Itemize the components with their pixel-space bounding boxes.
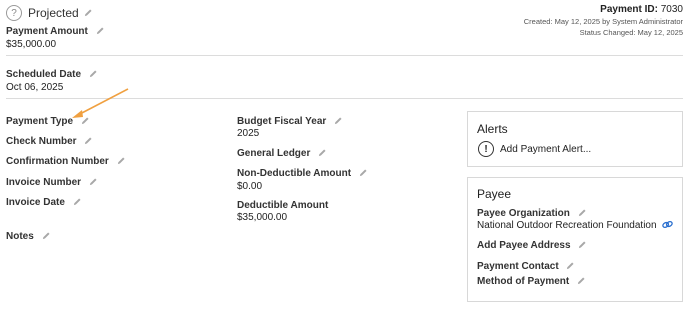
add-payment-alert-label: Add Payment Alert... [500, 143, 592, 155]
pencil-icon[interactable] [577, 276, 586, 285]
non-deductible-amount-value: $0.00 [237, 181, 263, 192]
created-info: Created: May 12, 2025 by System Administ… [523, 17, 683, 26]
payee-card: Payee Payee Organization National Outdoo… [467, 177, 683, 302]
add-payee-address-label[interactable]: Add Payee Address [477, 240, 571, 251]
payee-organization-value[interactable]: National Outdoor Recreation Foundation [477, 220, 657, 231]
check-number-label: Check Number [6, 136, 77, 147]
general-ledger-field: General Ledger [237, 148, 327, 159]
invoice-number-label: Invoice Number [6, 177, 82, 188]
link-icon[interactable] [662, 220, 674, 229]
alerts-title: Alerts [477, 122, 508, 136]
method-of-payment-label: Method of Payment [477, 276, 570, 287]
pencil-icon[interactable] [81, 116, 90, 125]
pencil-icon[interactable] [89, 177, 98, 186]
non-deductible-amount-field: Non-Deductible Amount [237, 168, 368, 179]
pencil-icon[interactable] [578, 240, 587, 249]
confirmation-number-field: Confirmation Number [6, 156, 126, 167]
pencil-icon[interactable] [359, 168, 368, 177]
scheduled-date-label: Scheduled Date [6, 69, 82, 80]
pencil-icon[interactable] [566, 261, 575, 270]
payment-amount-label: Payment Amount [6, 26, 88, 37]
payment-type-label: Payment Type [6, 116, 74, 127]
payment-amount-field: Payment Amount [6, 26, 105, 37]
pencil-icon[interactable] [578, 208, 587, 217]
pencil-icon[interactable] [89, 69, 98, 78]
payment-amount-value: $35,000.00 [6, 39, 57, 50]
confirmation-number-label: Confirmation Number [6, 156, 109, 167]
deductible-amount-value: $35,000.00 [237, 212, 288, 223]
exclamation-circle-icon: ! [478, 141, 494, 157]
pencil-icon[interactable] [73, 197, 82, 206]
pencil-icon[interactable] [84, 136, 93, 145]
notes-label: Notes [6, 231, 34, 242]
budget-fiscal-year-value: 2025 [237, 128, 260, 139]
invoice-date-label: Invoice Date [6, 197, 65, 208]
invoice-date-field: Invoice Date [6, 197, 82, 208]
payee-organization-value-row: National Outdoor Recreation Foundation [477, 220, 674, 231]
method-of-payment-field: Method of Payment [477, 276, 586, 287]
budget-fiscal-year-label: Budget Fiscal Year [237, 116, 327, 127]
status-label: Projected [28, 6, 79, 20]
pencil-icon[interactable] [318, 148, 327, 157]
payment-type-field: Payment Type [6, 116, 90, 127]
add-payment-alert-button[interactable]: ! Add Payment Alert... [478, 141, 591, 157]
check-number-field: Check Number [6, 136, 93, 147]
payee-organization-field: Payee Organization [477, 208, 587, 219]
pencil-icon[interactable] [117, 156, 126, 165]
pencil-icon[interactable] [84, 8, 93, 17]
payee-title: Payee [477, 187, 512, 201]
divider [6, 55, 683, 56]
payee-organization-label: Payee Organization [477, 208, 570, 219]
question-circle-icon: ? [6, 5, 22, 21]
invoice-number-field: Invoice Number [6, 177, 98, 188]
payment-contact-field: Payment Contact [477, 261, 575, 272]
scheduled-date-field: Scheduled Date [6, 69, 98, 80]
pencil-icon[interactable] [42, 231, 51, 240]
pencil-icon[interactable] [334, 116, 343, 125]
notes-field: Notes [6, 231, 51, 242]
pencil-icon[interactable] [96, 26, 105, 35]
payment-id-value: 7030 [660, 4, 683, 15]
add-payee-address-field: Add Payee Address [477, 240, 587, 251]
alerts-card: Alerts ! Add Payment Alert... [467, 111, 683, 167]
status-indicator: ? Projected [6, 5, 93, 21]
payment-id: Payment ID: 7030 [600, 4, 683, 15]
general-ledger-label: General Ledger [237, 148, 311, 159]
budget-fiscal-year-field: Budget Fiscal Year [237, 116, 343, 127]
payment-id-label: Payment ID: [600, 4, 658, 15]
non-deductible-amount-label: Non-Deductible Amount [237, 168, 352, 179]
deductible-amount-label: Deductible Amount [237, 200, 329, 211]
deductible-amount-field: Deductible Amount [237, 200, 328, 211]
payment-contact-label: Payment Contact [477, 261, 559, 272]
scheduled-date-value: Oct 06, 2025 [6, 82, 64, 93]
status-changed-info: Status Changed: May 12, 2025 [579, 28, 683, 37]
